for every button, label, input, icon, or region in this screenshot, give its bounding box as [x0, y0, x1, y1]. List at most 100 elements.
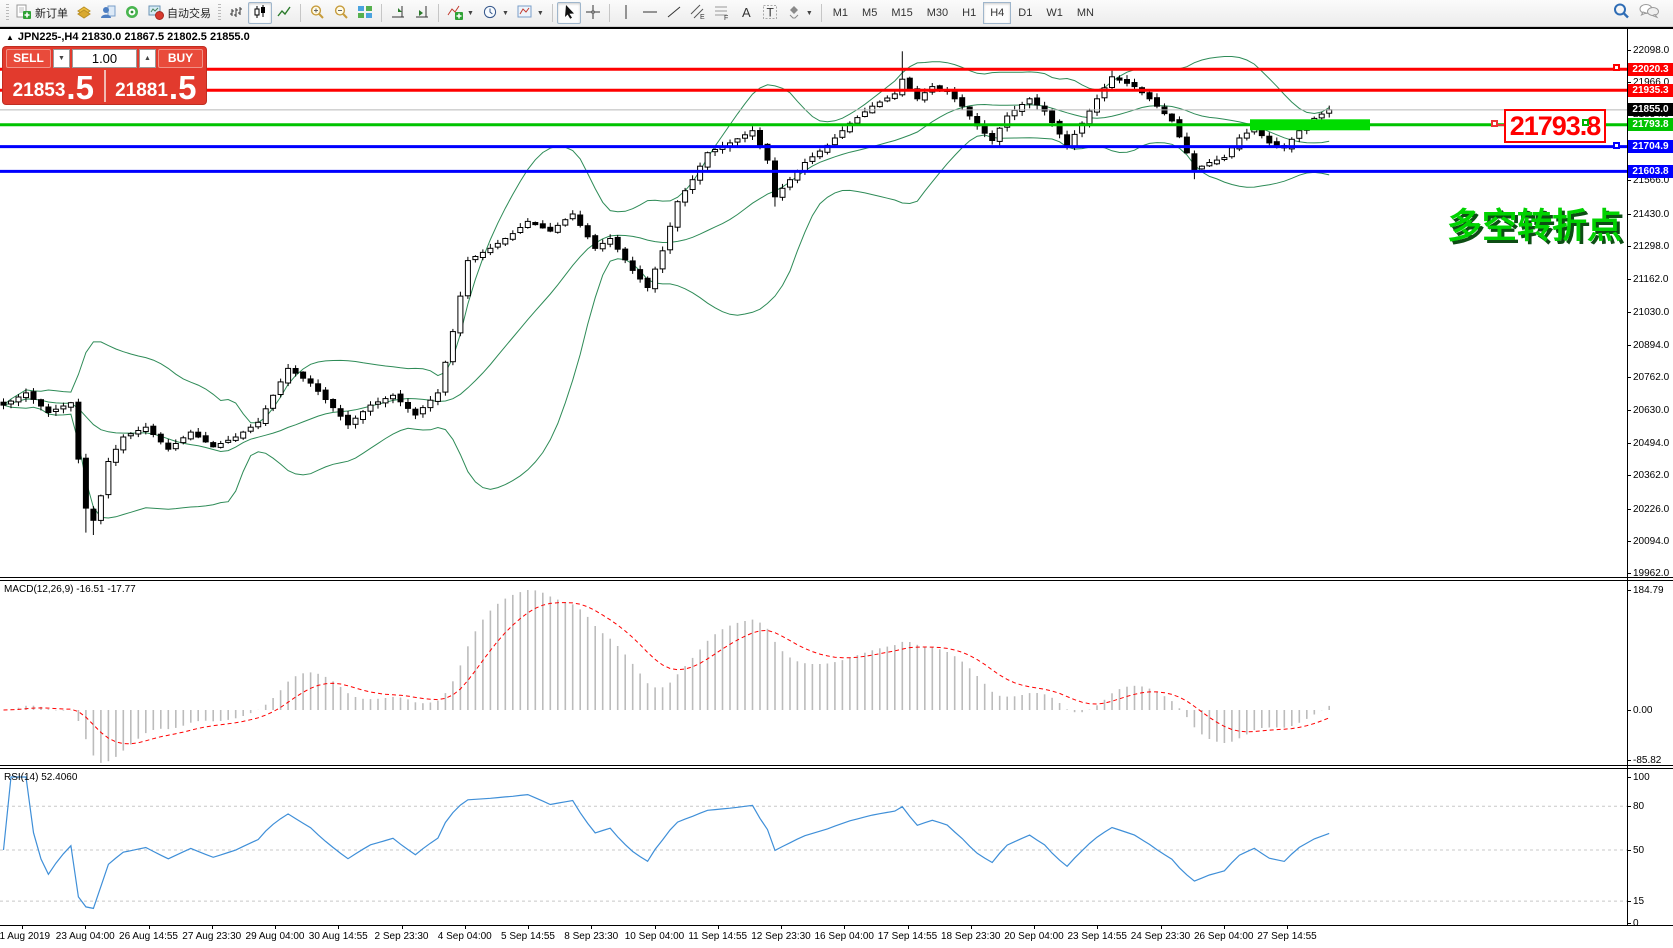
new-order-icon [16, 4, 32, 23]
turning-point-annotation[interactable]: 多空转折点 [1447, 198, 1622, 249]
tile-windows-button[interactable] [353, 2, 377, 24]
time-tick-label: 12 Sep 23:30 [751, 931, 811, 942]
buy-price-display[interactable]: 21881.5 [106, 70, 207, 102]
svg-text:F: F [724, 15, 728, 20]
svg-text:E: E [700, 14, 705, 20]
buy-button[interactable]: BUY [158, 49, 203, 68]
terminal-button[interactable] [120, 2, 144, 24]
vertical-line-icon [618, 4, 634, 23]
trendline-button[interactable] [662, 2, 686, 24]
zoom-in-button[interactable] [305, 2, 329, 24]
new-order-button[interactable]: 新订单 [12, 2, 72, 24]
text-label-button[interactable]: T [758, 2, 782, 24]
navigator-button[interactable] [96, 2, 120, 24]
price-tick-mark [1627, 410, 1631, 411]
macd-panel[interactable] [0, 581, 1627, 765]
horizontal-line-button[interactable] [638, 2, 662, 24]
panel-separator[interactable] [0, 577, 1673, 578]
shapes-button[interactable]: ▼ [782, 2, 817, 24]
templates-button[interactable]: ▼ [513, 2, 548, 24]
rsi-axis-label: 15 [1633, 896, 1644, 907]
timeframe-h4[interactable]: H4 [983, 2, 1011, 24]
bar-chart-button[interactable] [224, 2, 248, 24]
svg-text:T: T [766, 5, 774, 19]
market-watch-icon [76, 4, 92, 23]
price-tick-mark [1627, 475, 1631, 476]
search-icon[interactable] [1612, 2, 1630, 25]
periods-button[interactable]: ▼ [478, 2, 513, 24]
bar-chart-icon [228, 4, 244, 23]
price-line-label: 21935.3 [1628, 84, 1673, 97]
sell-button[interactable]: SELL [6, 49, 51, 68]
price-tick-label: 19962.0 [1633, 568, 1669, 579]
line-chart-button[interactable] [272, 2, 296, 24]
collapse-arrow-icon[interactable]: ▲ [6, 33, 14, 42]
toolbar-grip[interactable] [218, 4, 221, 22]
timeframe-m15[interactable]: M15 [884, 2, 919, 24]
timeframe-m5[interactable]: M5 [855, 2, 884, 24]
cursor-icon [561, 4, 577, 23]
panel-separator[interactable] [0, 765, 1673, 766]
price-tick-label: 20894.0 [1633, 340, 1669, 351]
autotrading-button[interactable]: 自动交易 [144, 2, 215, 24]
macd-tick-mark [1627, 710, 1631, 711]
zoom-out-icon [333, 4, 349, 23]
price-callout-box[interactable]: 21793.8 [1504, 109, 1606, 143]
chart-shift-button[interactable] [386, 2, 410, 24]
indicators-button[interactable]: ▼ [443, 2, 478, 24]
price-tick-label: 20630.0 [1633, 405, 1669, 416]
candlestick-chart-icon [252, 4, 268, 23]
time-tick-label: 17 Sep 14:55 [878, 931, 938, 942]
fibonacci-button[interactable]: F [710, 2, 734, 24]
time-tick-mark [718, 925, 719, 929]
price-tick-mark [1627, 214, 1631, 215]
volume-input[interactable]: 1.00 [72, 49, 137, 68]
support-zone-segment[interactable] [1250, 119, 1370, 130]
red-line-handle[interactable] [1613, 64, 1620, 71]
time-tick-mark [1097, 925, 1098, 929]
rsi-axis-label: 80 [1633, 801, 1644, 812]
price-tick-label: 20362.0 [1633, 470, 1669, 481]
market-watch-button[interactable] [72, 2, 96, 24]
candlestick-chart-button[interactable] [248, 2, 272, 24]
sell-price-display[interactable]: 21853.5 [3, 70, 106, 102]
green-line-handle[interactable] [1582, 119, 1589, 126]
auto-scroll-icon [414, 4, 430, 23]
autotrading-label: 自动交易 [167, 5, 211, 21]
new-order-label: 新订单 [35, 5, 68, 21]
time-tick-label: 23 Aug 04:00 [56, 931, 115, 942]
timeframe-w1[interactable]: W1 [1039, 2, 1070, 24]
callout-handle[interactable] [1491, 120, 1498, 127]
text-button[interactable]: A [734, 2, 758, 24]
timeframe-d1[interactable]: D1 [1011, 2, 1039, 24]
timeframe-group: M1M5M15M30H1H4D1W1MN [826, 2, 1101, 24]
bollinger-middle-band [4, 105, 1330, 452]
vertical-line-button[interactable] [614, 2, 638, 24]
macd-tick-mark [1627, 760, 1631, 761]
price-tick-label: 21298.0 [1633, 241, 1669, 252]
time-tick-mark [655, 925, 656, 929]
timeframe-m1[interactable]: M1 [826, 2, 855, 24]
volume-decrease-button[interactable]: ▼ [53, 49, 70, 68]
toolbar-grip[interactable] [6, 4, 9, 22]
zoom-out-button[interactable] [329, 2, 353, 24]
autotrading-icon [148, 4, 164, 23]
rsi-line [4, 777, 1330, 908]
timeframe-m30[interactable]: M30 [920, 2, 955, 24]
dropdown-arrow-icon: ▼ [537, 10, 544, 17]
blue-line-handle[interactable] [1613, 142, 1620, 149]
main-chart[interactable] [0, 26, 1627, 577]
panel-separator[interactable] [0, 768, 1673, 769]
crosshair-button[interactable] [581, 2, 605, 24]
timeframe-mn[interactable]: MN [1070, 2, 1101, 24]
rsi-panel[interactable] [0, 769, 1627, 924]
volume-increase-button[interactable]: ▲ [139, 49, 156, 68]
panel-separator[interactable] [0, 580, 1673, 581]
text-label-icon: T [762, 4, 778, 23]
channel-button[interactable]: E [686, 2, 710, 24]
price-tick-label: 20094.0 [1633, 536, 1669, 547]
chat-icon[interactable] [1638, 2, 1660, 25]
cursor-button[interactable] [557, 2, 581, 24]
timeframe-h1[interactable]: H1 [955, 2, 983, 24]
auto-scroll-button[interactable] [410, 2, 434, 24]
